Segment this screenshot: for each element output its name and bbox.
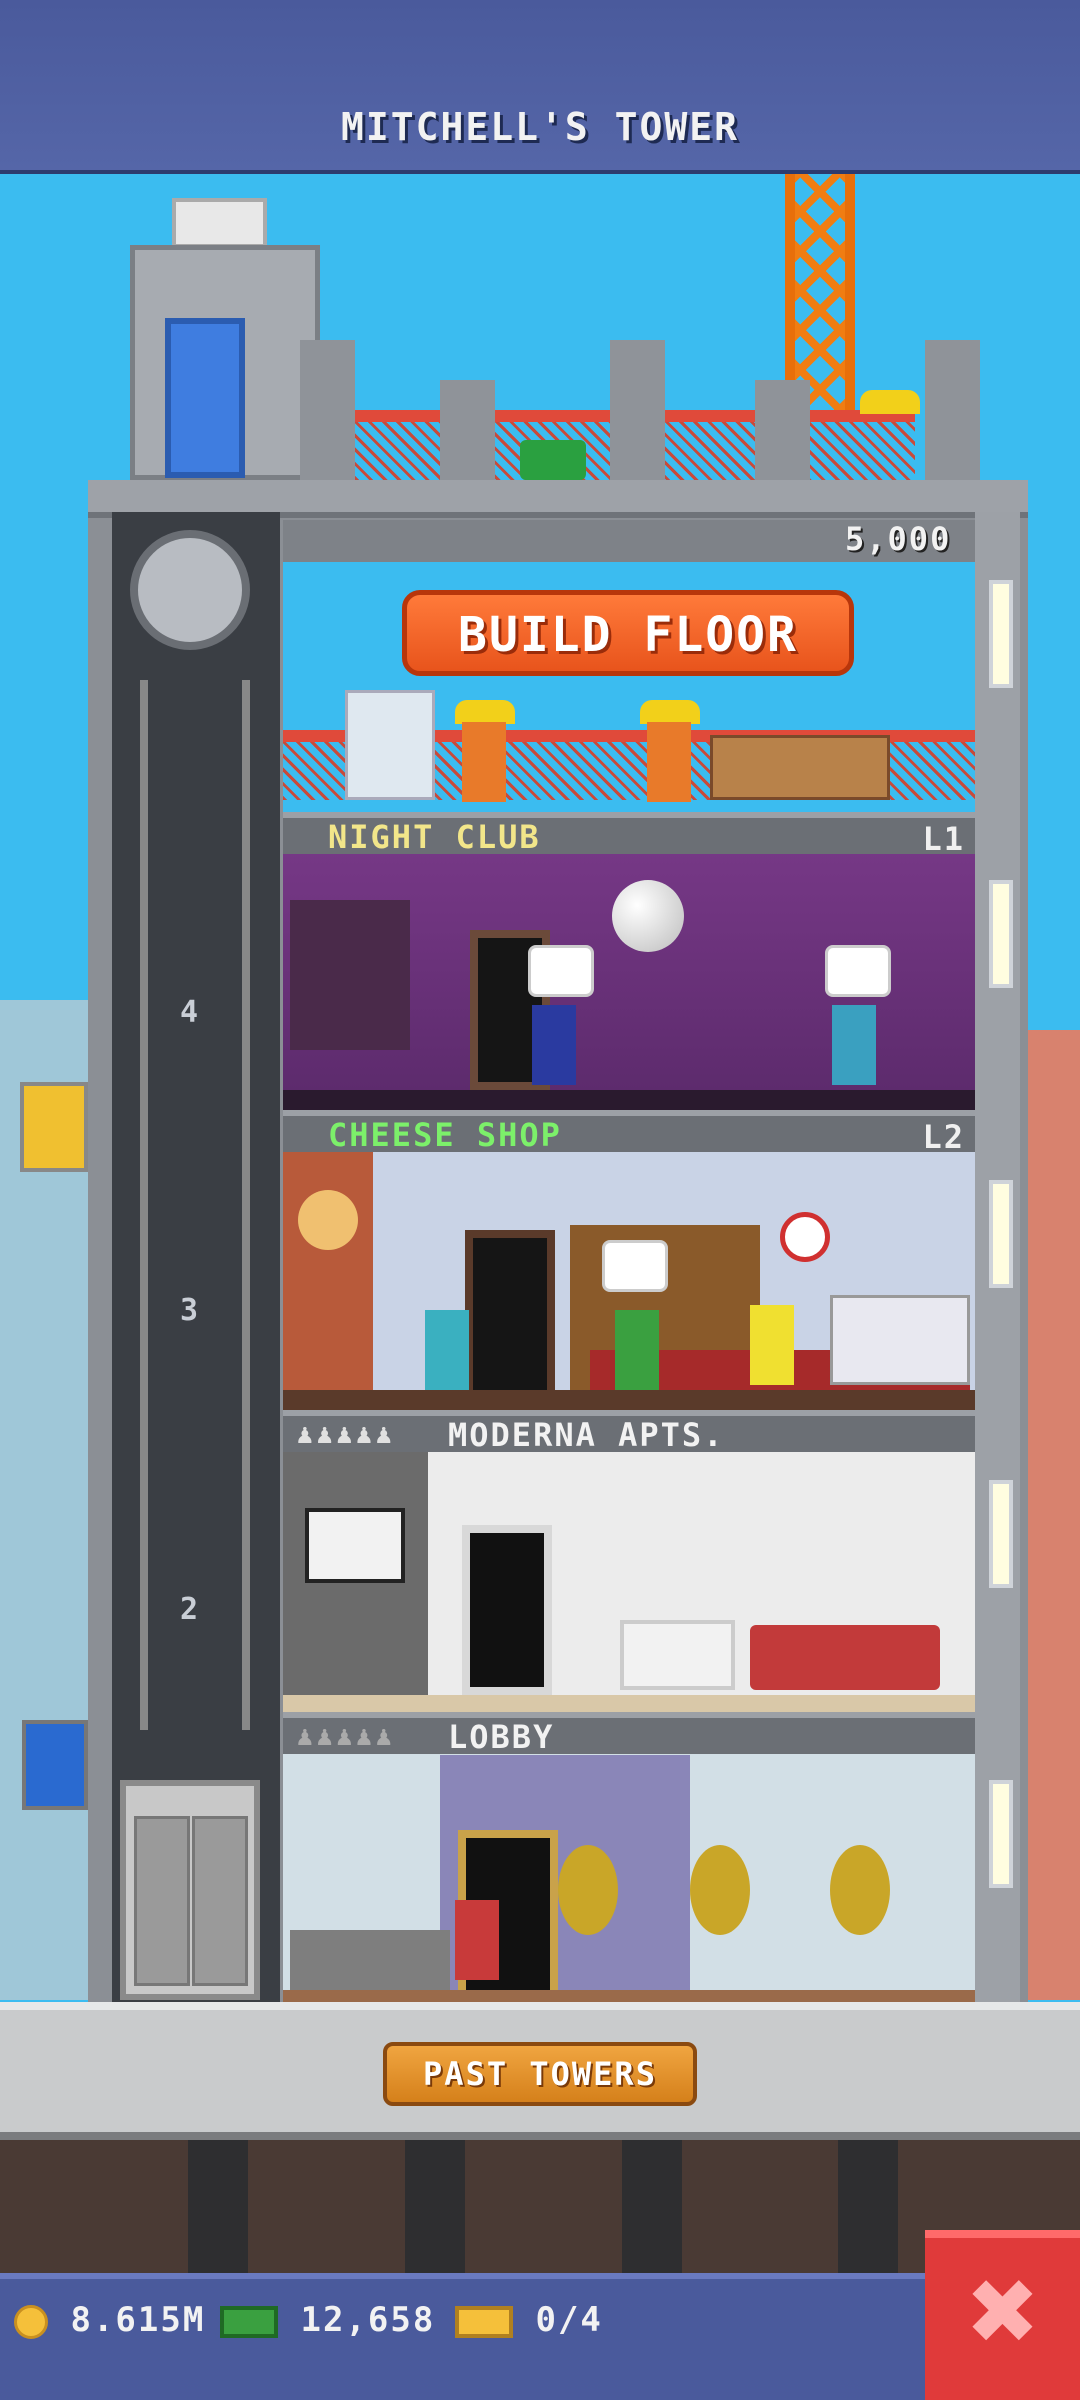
floor-level: L1: [922, 820, 965, 858]
no-rats-sign-icon: [780, 1212, 830, 1262]
construction-worker: [462, 722, 506, 802]
resident-slots-icon: ♟♟♟♟♟: [295, 1424, 394, 1449]
floor-base: [283, 1695, 975, 1712]
roof-pillar: [925, 340, 980, 480]
elevator-floor-number: 2: [179, 1592, 201, 1627]
elevator-floor-number: 3: [179, 1293, 201, 1328]
wall-light: [989, 1780, 1013, 1888]
worker-helmet-icon: [640, 700, 700, 724]
elevator-door-left: [134, 1816, 190, 1986]
roof-vent: [172, 198, 267, 248]
worker-helmet-icon: [455, 700, 515, 724]
floor-base: [283, 1390, 975, 1410]
foundation-pillar: [838, 2140, 898, 2273]
wall-painting: [305, 1508, 405, 1583]
elevator-cable: [140, 680, 250, 1730]
coin-icon: [14, 2304, 48, 2339]
billboard-blue: [22, 1720, 88, 1810]
close-button[interactable]: ✖: [925, 2230, 1080, 2400]
past-towers-button[interactable]: PAST TOWERS: [383, 2042, 697, 2106]
floor-level: L2: [922, 1118, 965, 1156]
floor-base: [283, 1090, 975, 1110]
floor-base: [283, 1990, 975, 2002]
coins-stat[interactable]: 8.615M: [14, 2295, 205, 2345]
ticket-icon: [455, 2305, 513, 2338]
wall-light: [989, 1180, 1013, 1288]
disco-ball-icon: [612, 880, 684, 952]
floor-label-bar: NIGHT CLUB L1: [283, 812, 975, 858]
bar-shelf: [290, 900, 410, 1050]
roof-pillar: [755, 380, 810, 480]
floor-label-bar: ♟♟♟♟♟ MODERNA APTS.: [283, 1410, 975, 1454]
construction-worker: [647, 722, 691, 802]
supply-crates: [710, 735, 890, 800]
crane-tower: [785, 170, 855, 410]
background-building-right: [1020, 1030, 1080, 2000]
build-cost: 5,000: [845, 520, 952, 558]
wall-light: [989, 880, 1013, 988]
cheese-wheel-icon: [298, 1190, 358, 1250]
underground: [0, 2140, 1080, 2273]
club-patron[interactable]: [832, 1005, 876, 1085]
floor-name: CHEESE SHOP: [328, 1116, 562, 1154]
potted-plant: [690, 1845, 750, 1935]
foundation-pillar: [188, 2140, 248, 2273]
tickets-value: 0/4: [535, 2300, 603, 2340]
glass-panels: [345, 690, 435, 800]
food-speech-bubble-icon: [602, 1240, 668, 1292]
shopper-hazmat[interactable]: [750, 1305, 794, 1385]
elevator-pulley-icon: [130, 530, 250, 650]
foundation-pillar: [405, 2140, 465, 2273]
cash-value: 12,658: [300, 2300, 436, 2340]
roof-door: [165, 318, 245, 478]
hard-hat-icon: [860, 390, 920, 414]
floor-name: MODERNA APTS.: [448, 1416, 725, 1454]
close-icon: ✖: [964, 2260, 1041, 2365]
potted-plant: [558, 1845, 618, 1935]
potted-plant: [830, 1845, 890, 1935]
floor-name: LOBBY: [448, 1718, 555, 1756]
reception-desk: [290, 1930, 450, 1990]
wall-light: [989, 580, 1013, 688]
elevator-floor-number: 4: [179, 995, 201, 1030]
billboard-fries: [20, 1082, 88, 1172]
cocktail-speech-bubble-icon: [528, 945, 594, 997]
elevator-car[interactable]: [120, 1780, 260, 2000]
floor-name: NIGHT CLUB: [328, 818, 541, 856]
fireplace: [620, 1620, 735, 1690]
item-speech-bubble-icon: [825, 945, 891, 997]
shopper[interactable]: [615, 1310, 659, 1390]
toolbox: [520, 440, 586, 480]
tickets-stat[interactable]: 0/4: [455, 2295, 603, 2345]
build-floor-button[interactable]: BUILD FLOOR: [402, 590, 854, 676]
shopper[interactable]: [425, 1310, 469, 1390]
bellhop[interactable]: [455, 1900, 499, 1980]
club-patron[interactable]: [532, 1005, 576, 1085]
roof-pillar: [440, 380, 495, 480]
foundation-pillar: [622, 2140, 682, 2273]
floor-label-bar: CHEESE SHOP L2: [283, 1110, 975, 1156]
roof-pillar: [300, 340, 355, 480]
coins-value: 8.615M: [70, 2300, 206, 2340]
roof-pillar: [610, 340, 665, 480]
elevator-door-right: [192, 1816, 248, 1986]
wall-light: [989, 1480, 1013, 1588]
cheese-shop-door: [465, 1230, 555, 1400]
cash-icon: [220, 2305, 278, 2338]
sofa: [750, 1625, 940, 1690]
cash-stat[interactable]: 12,658: [220, 2295, 435, 2345]
tower-title[interactable]: MITCHELL'S TOWER: [0, 105, 1080, 149]
floor-label-bar: ♟♟♟♟♟ LOBBY: [283, 1712, 975, 1756]
apartment-door: [462, 1525, 552, 1695]
display-case: [830, 1295, 970, 1385]
resident-slots-icon: ♟♟♟♟♟: [295, 1726, 394, 1751]
